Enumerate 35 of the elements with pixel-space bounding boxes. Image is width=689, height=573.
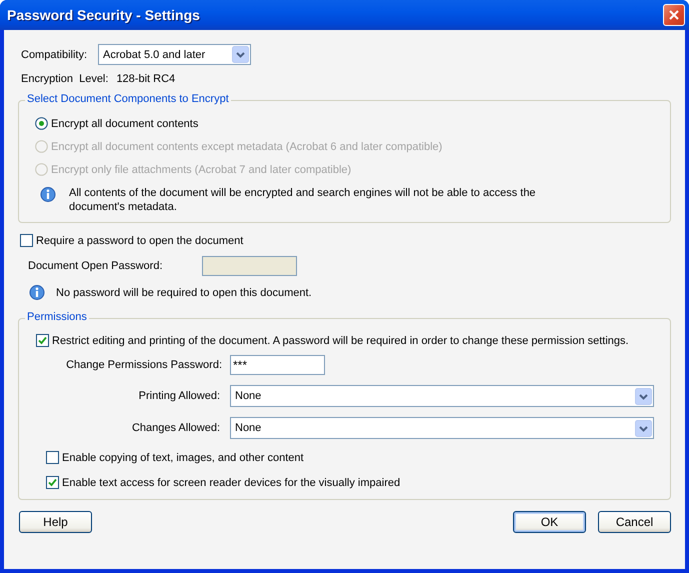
info-icon [39,186,57,204]
checkbox-label: Restrict editing and printing of the document. A password will be required in order to change these permission settings. [52,334,629,346]
dropdown[interactable]: None [230,385,654,407]
radio-label: Encrypt only file attachments (Acrobat 7 and later compatible) [51,164,352,176]
compatibility-label: Compatibility: [21,48,88,60]
help-button[interactable]: Help [19,511,92,533]
checkbox-label: Enable copying of text, images, and other content [62,452,304,464]
checkbox-label: Enable text access for screen reader devices for the visually impaired [62,476,400,488]
close-button[interactable] [663,4,685,26]
encryption-level-label: Encryption Level: [21,73,108,85]
encryption-level-value: 128-bit RC4 [116,73,176,85]
field-label: Change Permissions Password: [65,359,222,371]
radio-button[interactable] [35,117,48,130]
dropdown[interactable]: None [230,417,654,439]
close-icon [668,9,680,21]
field-label: Document Open Password: [28,260,164,272]
password-field[interactable]: *** [230,355,325,375]
window-title: Password Security - Settings [7,7,200,23]
group-title: Permissions [25,311,89,323]
info-icon [28,284,46,302]
compatibility-dropdown[interactable]: Acrobat 5.0 and later [98,44,252,65]
info-text: All contents of the document will be encrypted and search engines will not be able to access the document's metadata. [69,186,537,214]
checkbox[interactable] [46,451,59,464]
field-label: Printing Allowed: [138,390,220,402]
group-title: Select Document Components to Encrypt [25,93,231,105]
dialog-button[interactable]: OK [513,511,586,533]
info-text: No password will be required to open this document. [56,287,312,299]
checkbox-label: Require a password to open the document [36,234,244,246]
checkbox[interactable] [36,334,49,347]
checkbox[interactable] [46,476,59,489]
radio-label: Encrypt all document contents [51,118,198,130]
dialog-button[interactable]: Cancel [598,511,671,533]
field-label: Changes Allowed: [130,422,220,434]
radio-label: Encrypt all document contents except metadata (Acrobat 6 and later compatible) [51,140,442,152]
checkbox[interactable] [20,234,33,247]
